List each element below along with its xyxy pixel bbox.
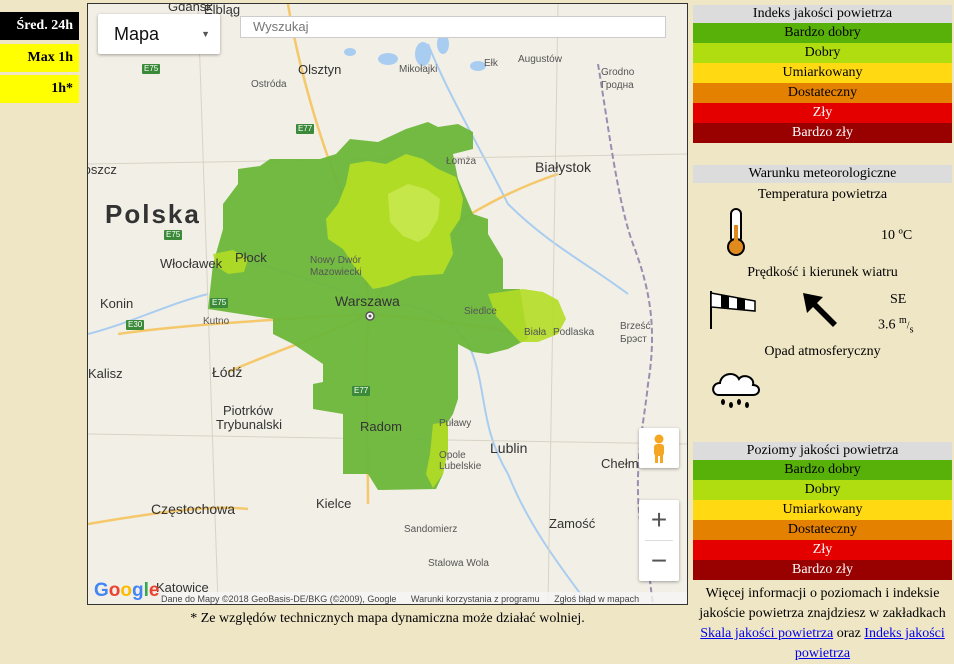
weather-panel: Warunku meteorologiczne Temperatura powi… <box>693 165 952 435</box>
city-label: Olsztyn <box>298 62 342 77</box>
city-label: Opole <box>439 450 466 461</box>
city-label: Ełk <box>484 58 498 69</box>
country-label: Polska <box>105 199 201 229</box>
city-label: Trybunalski <box>216 417 282 432</box>
city-label: Łomża <box>446 156 477 167</box>
city-label: Chełm <box>601 456 639 471</box>
tab-max-1h[interactable]: Max 1h <box>0 44 79 72</box>
map-search-input[interactable]: Wyszukaj <box>240 16 666 38</box>
temperature-label: Temperatura powietrza <box>757 187 888 202</box>
index-level: Bardzo zły <box>693 123 952 143</box>
city-label: Augustów <box>518 54 562 65</box>
panel-title: Warunku meteorologiczne <box>693 165 952 183</box>
wind-speed: 3.6 m/s <box>878 315 914 336</box>
city-label: Kutno <box>203 316 230 327</box>
info-text: Więcej informacji o poziomach i indeksie… <box>693 584 952 664</box>
map-footnote: * Ze względów technicznych mapa dynamicz… <box>190 611 585 626</box>
google-logo: Google <box>94 580 160 601</box>
city-label: Sandomierz <box>404 524 458 535</box>
panel-title: Indeks jakości powietrza <box>693 5 952 23</box>
air-quality-index-panel: Indeks jakości powietrza Bardzo dobry Do… <box>693 5 952 143</box>
quality-level: Umiarkowany <box>693 500 952 520</box>
capital-marker-icon <box>365 311 375 321</box>
thermometer-icon <box>727 208 745 256</box>
city-label: Брэст <box>620 334 647 345</box>
city-label: Bydgoszcz <box>88 162 117 177</box>
zoom-in-button[interactable]: + <box>639 500 679 540</box>
city-label: Lublin <box>490 440 528 456</box>
pegman-icon <box>654 434 664 463</box>
zoom-control: + − <box>639 500 679 581</box>
wind-label: Prędkość i kierunek wiatru <box>747 265 898 280</box>
wind-unit-bottom: s <box>909 324 914 336</box>
quality-level: Dobry <box>693 480 952 500</box>
road-label: E77 <box>352 386 371 396</box>
city-label: Grodno <box>601 67 635 78</box>
report-error-link[interactable]: Zgłoś błąd w mapach <box>554 594 639 604</box>
city-label: Mikołajki <box>399 64 438 75</box>
attribution-data: Dane do Mapy ©2018 GeoBasis-DE/BKG (©200… <box>161 594 397 604</box>
chevron-down-icon: ▼ <box>201 29 210 39</box>
wind-arrow-icon <box>803 293 837 327</box>
air-quality-levels-panel: Poziomy jakości powietrza Bardzo dobry D… <box>693 442 952 580</box>
windsock-icon <box>710 291 756 329</box>
road-label: E75 <box>142 64 161 74</box>
info-conjunction: oraz <box>836 626 861 641</box>
quality-level: Bardzo zły <box>693 560 952 580</box>
city-label: Biała <box>524 327 547 338</box>
panel-title: Poziomy jakości powietrza <box>693 442 952 460</box>
temperature-value: 10 ºC <box>881 228 913 243</box>
tab-avg-24h[interactable]: Śred. 24h <box>0 12 79 40</box>
index-level: Dobry <box>693 43 952 63</box>
city-label: Włocławek <box>160 256 223 271</box>
info-sentence: Więcej informacji o poziomach i indeksie… <box>699 586 946 621</box>
city-label: Mazowiecki <box>310 267 362 278</box>
road-label: E75 <box>210 298 229 308</box>
wind-speed-value: 3.6 <box>878 317 896 333</box>
wind-direction: SE <box>890 292 907 307</box>
city-label: Kalisz <box>88 366 123 381</box>
index-level: Dostateczny <box>693 83 952 103</box>
city-label: Zamość <box>549 516 596 531</box>
city-label: Łódź <box>212 364 243 380</box>
city-label: Radom <box>360 419 402 434</box>
city-label: Częstochowa <box>151 501 236 517</box>
city-label: Kielce <box>316 496 352 511</box>
city-label: Siedlce <box>464 306 497 317</box>
road-label: E30 <box>126 320 145 330</box>
city-label: Ostróda <box>251 79 287 90</box>
city-label: Puławy <box>439 418 472 429</box>
terms-link[interactable]: Warunki korzystania z programu <box>411 594 540 604</box>
city-label: Lubelskie <box>439 461 482 472</box>
city-label: Warszawa <box>335 293 400 309</box>
scale-link[interactable]: Skala jakości powietrza <box>700 626 833 641</box>
city-label: Brześć <box>620 321 651 332</box>
city-label: Nowy Dwór <box>310 255 362 266</box>
zoom-out-button[interactable]: − <box>639 541 679 581</box>
quality-level: Dostateczny <box>693 520 952 540</box>
index-level: Umiarkowany <box>693 63 952 83</box>
road-label: E75 <box>164 230 183 240</box>
precip-label: Opad atmosferyczny <box>764 344 881 359</box>
quality-level: Bardzo dobry <box>693 460 952 480</box>
tab-1h[interactable]: 1h* <box>0 75 79 103</box>
map-view[interactable]: Mapa ▼ Wyszukaj Gdańsk Elbląg Olsztyn Mik… <box>87 3 688 605</box>
road-label: E77 <box>296 124 315 134</box>
city-label: Podlaska <box>553 327 595 338</box>
city-label: Elbląg <box>204 3 241 17</box>
wind-unit-top: m <box>899 315 907 326</box>
city-label: Piotrków <box>223 403 273 418</box>
map-attribution: Dane do Mapy ©2018 GeoBasis-DE/BKG (©200… <box>161 592 687 604</box>
city-label: Płock <box>235 250 267 265</box>
index-level: Zły <box>693 103 952 123</box>
index-level: Bardzo dobry <box>693 23 952 43</box>
street-view-pegman[interactable] <box>639 428 679 468</box>
rain-cloud-icon <box>712 373 760 408</box>
city-label: Białystok <box>535 159 592 175</box>
map-type-select[interactable]: Mapa ▼ <box>98 14 220 54</box>
quality-level: Zły <box>693 540 952 560</box>
city-label: Гродна <box>601 80 634 91</box>
city-label: Konin <box>100 296 134 311</box>
city-label: Stalowa Wola <box>428 558 489 569</box>
